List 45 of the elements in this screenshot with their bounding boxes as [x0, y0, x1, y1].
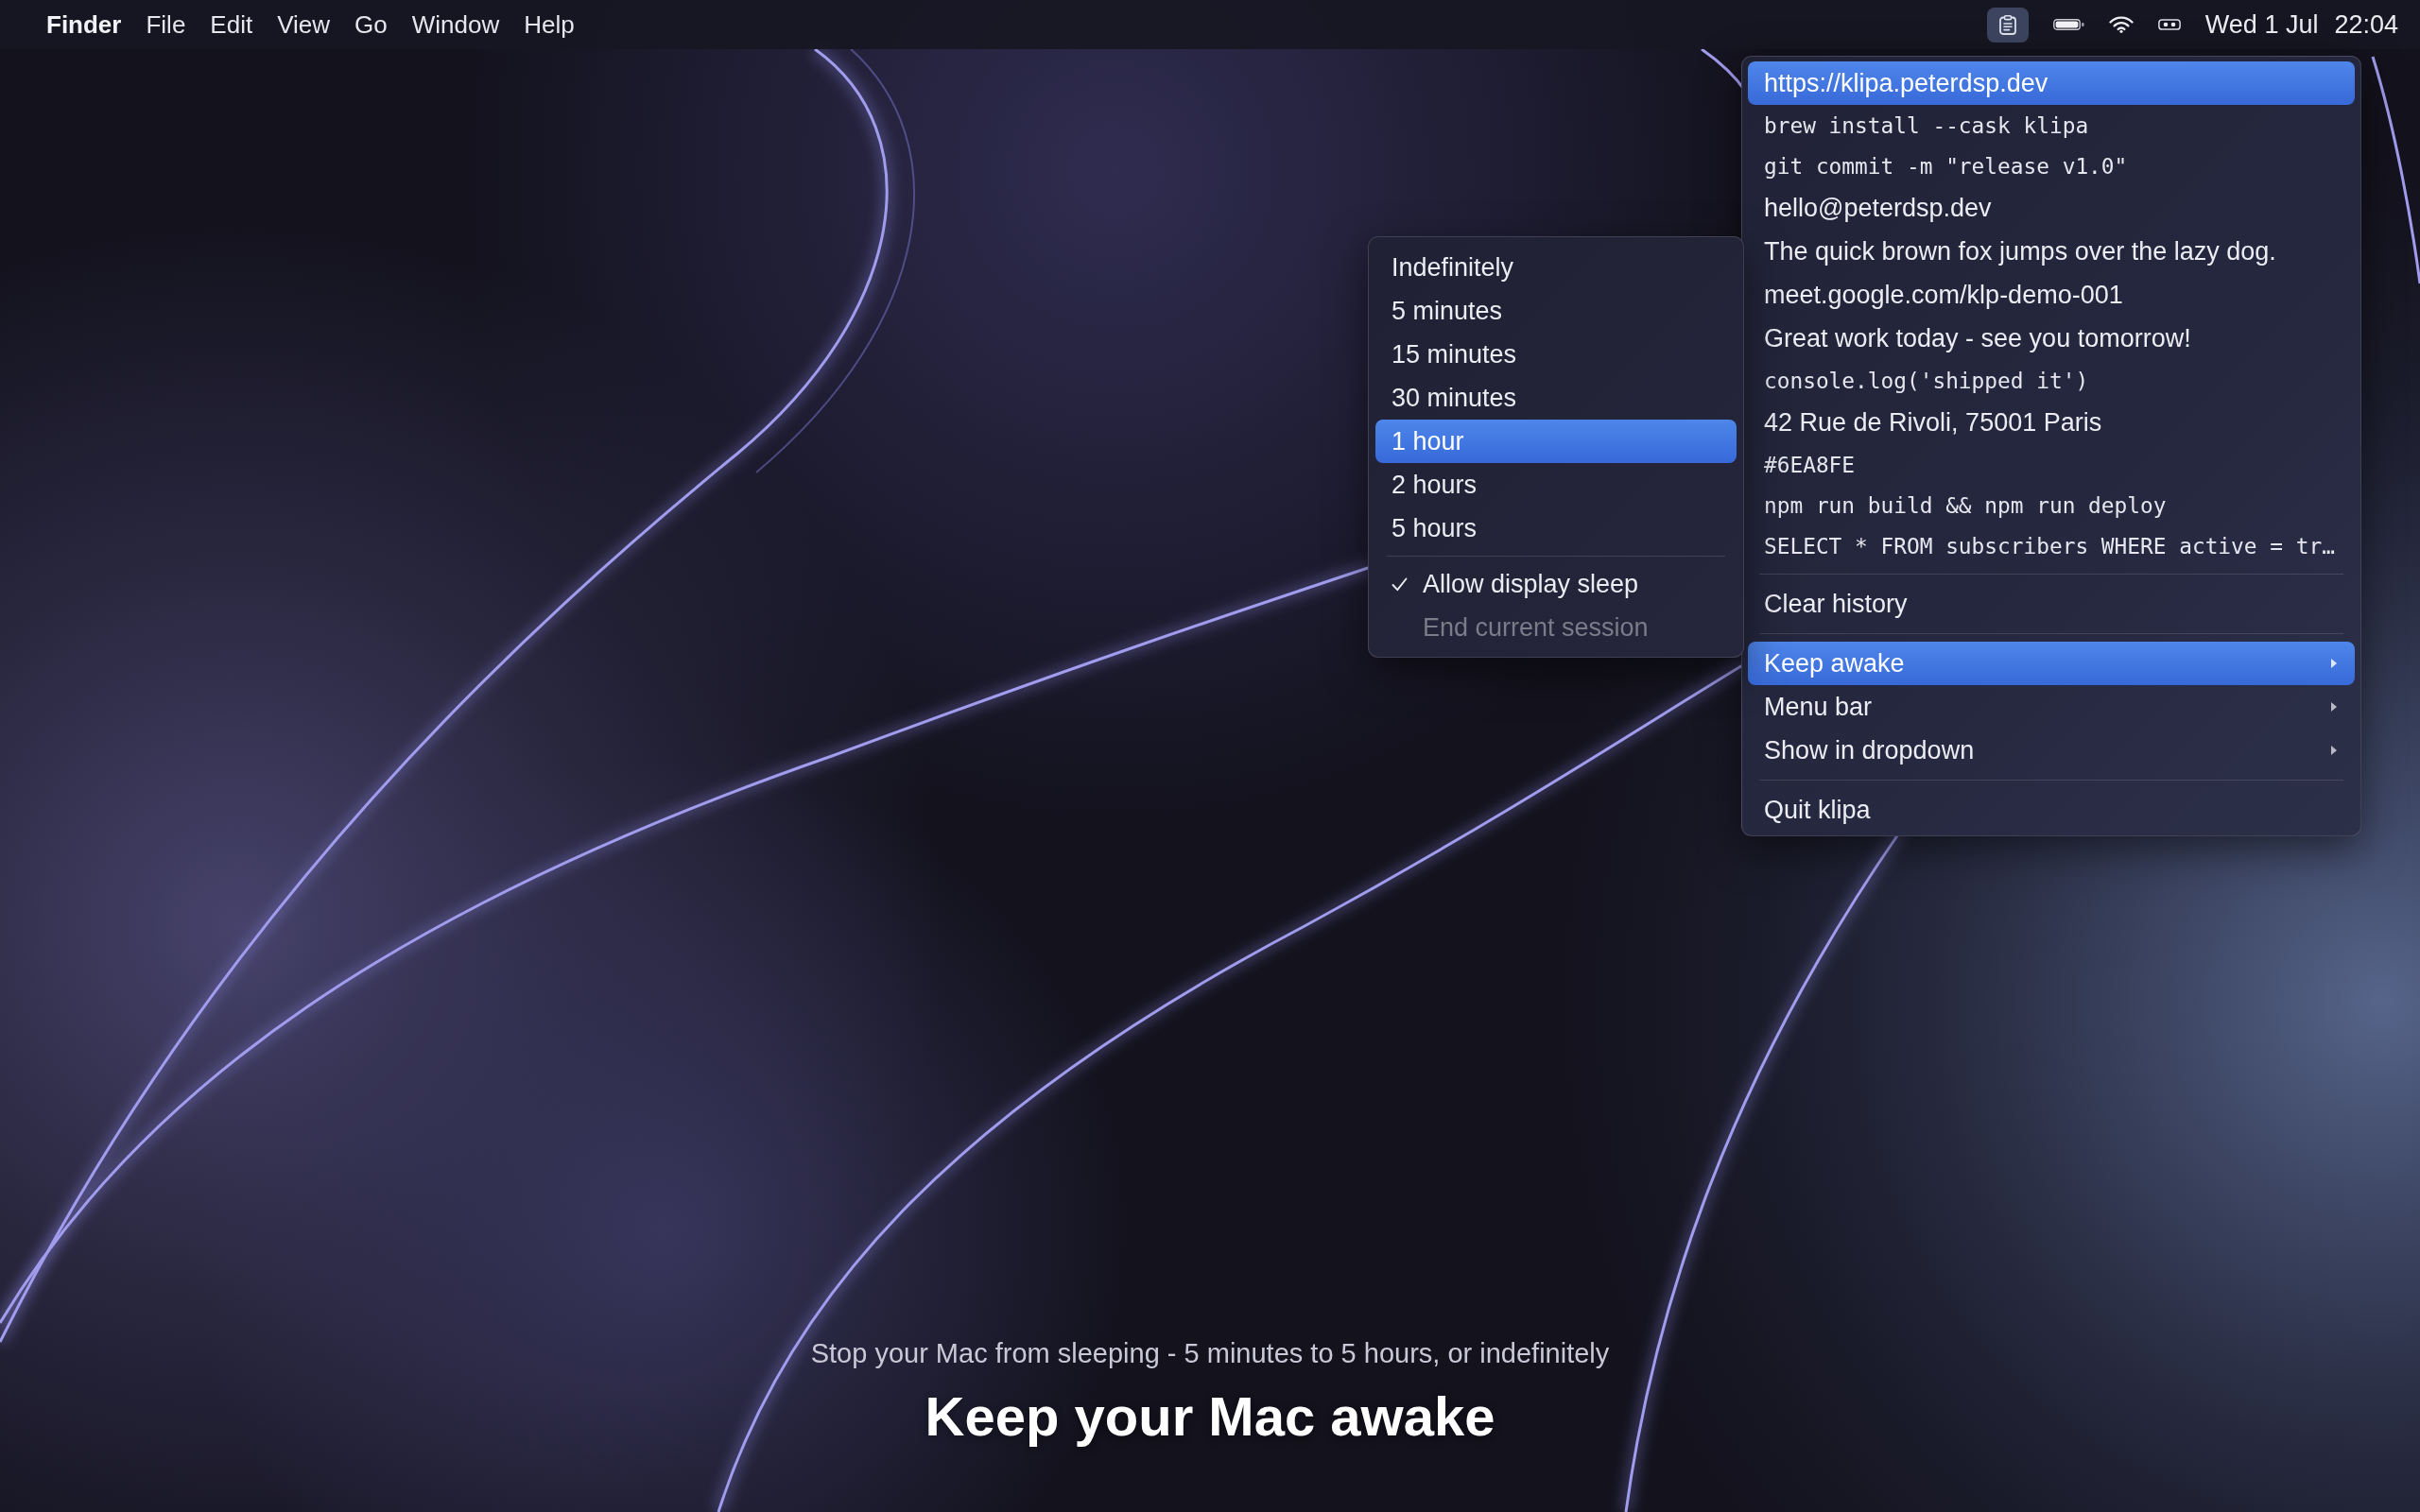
capsule-button[interactable] — [2157, 19, 2181, 30]
menu-item[interactable]: Menu bar — [1748, 685, 2355, 729]
menu-item[interactable]: 42 Rue de Rivoli, 75001 Paris — [1748, 401, 2355, 444]
capsule-dots-icon — [2157, 19, 2181, 30]
time-text: 22:04 — [2334, 9, 2398, 40]
menu-title[interactable]: File — [146, 9, 186, 40]
tagline-text: Stop your Mac from sleeping - 5 minutes to 5 hours, or indefinitely — [810, 1337, 1610, 1370]
app-menu[interactable]: Finder — [46, 9, 122, 40]
clipboard-entry[interactable]: SELECT * FROM subscribers WHERE active = tr… — [1748, 525, 2355, 566]
menu-item[interactable]: Keep awake — [1748, 642, 2355, 685]
menu-item: End current session — [1422, 611, 1650, 644]
clipboard-entry[interactable]: #6EA8FE — [1748, 444, 2355, 485]
menu-item[interactable]: 5 minutes — [1375, 289, 1737, 333]
menu-item[interactable]: 5 hours — [1375, 507, 1737, 550]
clipboard-entry[interactable]: git commit -m "release v1.0" — [1748, 146, 2355, 186]
clipboard-entry[interactable]: npm run build && npm run deploy — [1748, 485, 2355, 525]
menu-title[interactable]: Go — [354, 9, 388, 40]
clipboard-button[interactable] — [1986, 7, 2029, 43]
menu-item[interactable]: 15 minutes — [1375, 333, 1737, 376]
wifi-icon — [2108, 16, 2134, 33]
clipboard-icon — [1998, 14, 2016, 35]
clipboard-entry[interactable]: console.log('shipped it') — [1748, 360, 2355, 401]
menu-item[interactable]: Clear history — [1748, 582, 2355, 626]
menu-item[interactable]: The quick brown fox jumps over the lazy dog. — [1748, 230, 2355, 273]
menu-item[interactable]: 2 hours — [1375, 463, 1737, 507]
menu-item[interactable]: Quit klipa — [1748, 788, 2355, 832]
menu-title[interactable]: View — [277, 9, 331, 40]
clipboard-entry[interactable]: brew install --cask klipa — [1748, 105, 2355, 146]
menu-item[interactable]: Show in dropdown — [1748, 729, 2355, 772]
menu-item[interactable]: Great work today - see you tomorrow! — [1748, 317, 2355, 360]
menu-title[interactable]: Edit — [210, 9, 253, 40]
battery-button[interactable] — [2052, 19, 2084, 30]
menu-item[interactable]: 30 minutes — [1375, 376, 1737, 420]
menu-title[interactable]: Window — [411, 9, 500, 40]
menu-item[interactable]: meet.google.com/klp-demo-001 — [1748, 273, 2355, 317]
date-text: Wed 1 Jul — [2204, 9, 2319, 40]
menu-title[interactable]: Help — [524, 9, 575, 40]
menu-item[interactable]: https://klipa.peterdsp.dev — [1748, 61, 2355, 105]
menu-item[interactable]: 1 hour — [1375, 420, 1737, 463]
headline: Keep your Mac awake — [925, 1384, 1495, 1449]
wifi-button[interactable] — [2108, 16, 2134, 33]
menu-item[interactable]: hello@peterdsp.dev — [1748, 186, 2355, 230]
menu-item[interactable]: Indefinitely — [1375, 246, 1737, 289]
battery-icon — [2052, 19, 2084, 30]
menu-item[interactable]: Allow display sleep — [1375, 562, 1737, 606]
